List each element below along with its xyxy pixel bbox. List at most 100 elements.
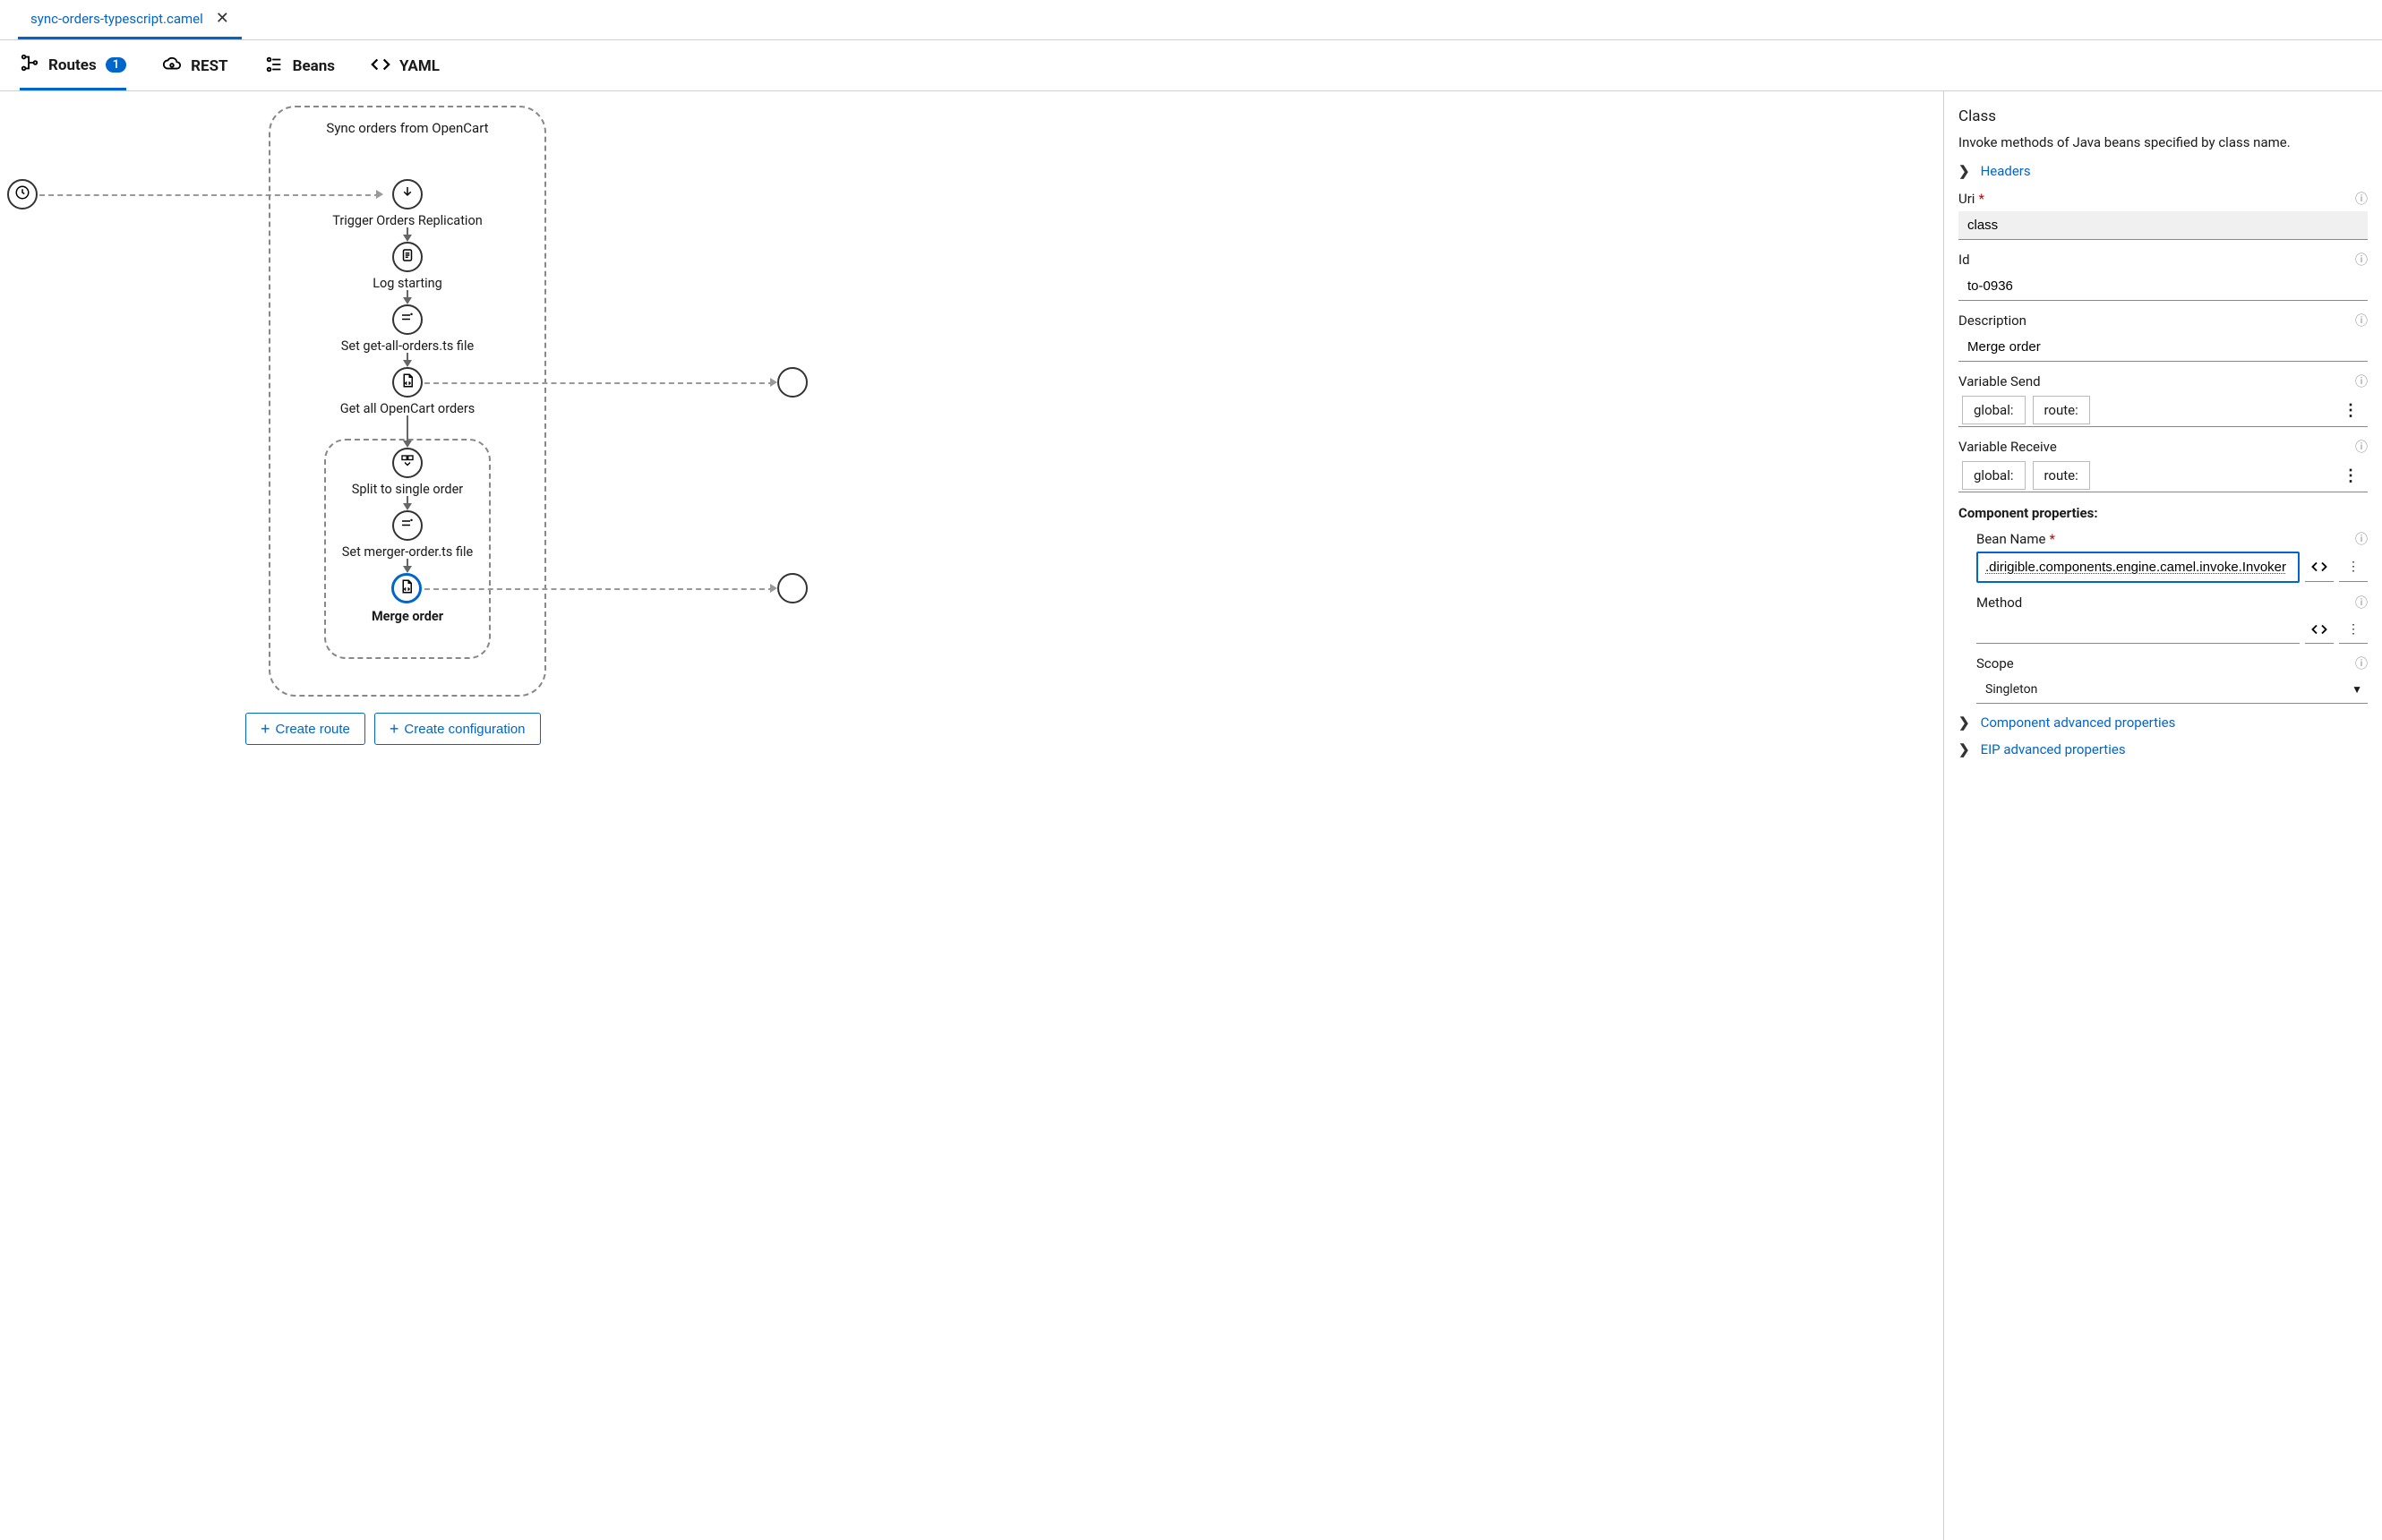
routes-icon (20, 53, 39, 77)
step-label: Set merger-order.ts file (291, 544, 524, 560)
id-input[interactable] (1958, 272, 2368, 301)
tab-beans[interactable]: Beans (264, 53, 335, 90)
chip-global[interactable]: global: (1962, 461, 2026, 490)
file-tab-label: sync-orders-typescript.camel (30, 11, 203, 27)
tab-routes[interactable]: Routes 1 (20, 53, 126, 90)
field-label: Method (1976, 595, 2022, 611)
variable-receive-input[interactable]: global: route: ⋮ (1958, 459, 2368, 492)
field-method: Method ⓘ ⋮ (1976, 594, 2368, 644)
field-label: Variable Send (1958, 373, 2041, 389)
select-value: Singleton (1985, 682, 2037, 697)
field-label: Id (1958, 252, 1970, 268)
routes-badge: 1 (106, 57, 126, 73)
arrow-icon (403, 297, 412, 304)
split-icon (399, 453, 416, 473)
help-icon[interactable]: ⓘ (2355, 594, 2368, 612)
kebab-icon[interactable]: ⋮ (2339, 553, 2368, 582)
step-set-getall[interactable] (392, 304, 423, 335)
connector (424, 588, 774, 590)
kebab-icon[interactable]: ⋮ (2339, 615, 2368, 644)
tab-rest[interactable]: REST (162, 53, 227, 90)
connector (424, 382, 774, 384)
panel-title: Class (1958, 107, 2368, 125)
chip-route[interactable]: route: (2033, 396, 2090, 424)
required-marker: * (2049, 531, 2054, 547)
chevron-right-icon: ❯ (1958, 741, 1970, 757)
step-set-merger[interactable] (392, 510, 423, 541)
arrow-icon (403, 441, 412, 448)
button-label: Create route (276, 722, 350, 737)
kebab-icon[interactable]: ⋮ (2334, 461, 2368, 491)
tab-yaml[interactable]: YAML (371, 53, 440, 90)
chip-route[interactable]: route: (2033, 461, 2090, 490)
method-input[interactable] (1976, 615, 2300, 644)
code-icon[interactable] (2305, 553, 2334, 582)
kebab-icon[interactable]: ⋮ (2334, 396, 2368, 425)
chevron-right-icon: ❯ (1958, 714, 1970, 731)
tool-tabs: Routes 1 REST Beans YAML (0, 40, 2382, 91)
step-merge[interactable] (391, 573, 422, 603)
description-input[interactable] (1958, 333, 2368, 362)
variable-send-input[interactable]: global: route: ⋮ (1958, 394, 2368, 427)
field-label: Scope (1976, 655, 2014, 672)
chip-global[interactable]: global: (1962, 396, 2026, 424)
help-icon[interactable]: ⓘ (2355, 372, 2368, 390)
component-properties-label: Component properties: (1958, 505, 2368, 521)
uri-input[interactable] (1958, 211, 2368, 240)
required-marker: * (1978, 191, 1984, 207)
code-icon (371, 55, 390, 79)
step-log[interactable] (392, 242, 423, 272)
external-node[interactable] (777, 573, 808, 603)
tab-label: REST (191, 57, 227, 75)
main: Sync orders from OpenCart Trigger Orders… (0, 91, 2382, 1540)
beans-icon (264, 55, 284, 79)
field-id: Id ⓘ (1958, 251, 2368, 301)
step-label: Merge order (291, 609, 524, 624)
help-icon[interactable]: ⓘ (2355, 654, 2368, 672)
step-getall[interactable] (392, 367, 423, 398)
headers-expander[interactable]: ❯ Headers (1958, 163, 2368, 179)
create-route-button[interactable]: + Create route (245, 713, 365, 745)
help-icon[interactable]: ⓘ (2355, 438, 2368, 456)
component-advanced-expander[interactable]: ❯ Component advanced properties (1958, 714, 2368, 731)
chevron-right-icon: ❯ (1958, 163, 1970, 179)
help-icon[interactable]: ⓘ (2355, 190, 2368, 208)
help-icon[interactable]: ⓘ (2355, 312, 2368, 329)
document-icon (399, 247, 416, 267)
set-header-icon (399, 516, 416, 535)
field-variable-receive: Variable Receive ⓘ global: route: ⋮ (1958, 438, 2368, 492)
file-code-icon (398, 578, 415, 598)
step-label: Get all OpenCart orders (291, 401, 524, 416)
field-label: Variable Receive (1958, 439, 2057, 455)
create-configuration-button[interactable]: + Create configuration (374, 713, 541, 745)
clock-icon (14, 184, 30, 204)
field-bean-name: Bean Name * ⓘ ⋮ (1976, 530, 2368, 583)
properties-panel: Class Invoke methods of Java beans speci… (1943, 91, 2382, 1540)
field-label: Bean Name * (1976, 531, 2055, 547)
tab-label: YAML (399, 57, 440, 75)
step-label: Set get-all-orders.ts file (291, 338, 524, 354)
step-split[interactable] (392, 448, 423, 478)
button-label: Create configuration (404, 722, 525, 737)
route-canvas[interactable]: Sync orders from OpenCart Trigger Orders… (0, 91, 1943, 1540)
bean-name-input[interactable] (1976, 552, 2300, 583)
close-icon[interactable]: ✕ (216, 9, 229, 28)
arrow-icon (770, 378, 777, 387)
help-icon[interactable]: ⓘ (2355, 530, 2368, 548)
arrow-icon (770, 584, 777, 593)
expander-label: EIP advanced properties (1981, 741, 2126, 757)
route-title: Sync orders from OpenCart (270, 120, 544, 136)
cloud-icon (162, 55, 182, 79)
external-node[interactable] (777, 367, 808, 398)
eip-advanced-expander[interactable]: ❯ EIP advanced properties (1958, 741, 2368, 757)
expander-label: Headers (1981, 163, 2031, 179)
step-trigger[interactable] (392, 179, 423, 210)
help-icon[interactable]: ⓘ (2355, 251, 2368, 269)
arrow-icon (403, 360, 412, 367)
scope-select[interactable]: Singleton ▼ (1976, 676, 2368, 704)
code-icon[interactable] (2305, 615, 2334, 644)
timer-node[interactable] (7, 179, 38, 210)
panel-description: Invoke methods of Java beans specified b… (1958, 134, 2368, 150)
file-tab-strip: sync-orders-typescript.camel ✕ (0, 0, 2382, 40)
file-tab[interactable]: sync-orders-typescript.camel ✕ (18, 0, 242, 39)
